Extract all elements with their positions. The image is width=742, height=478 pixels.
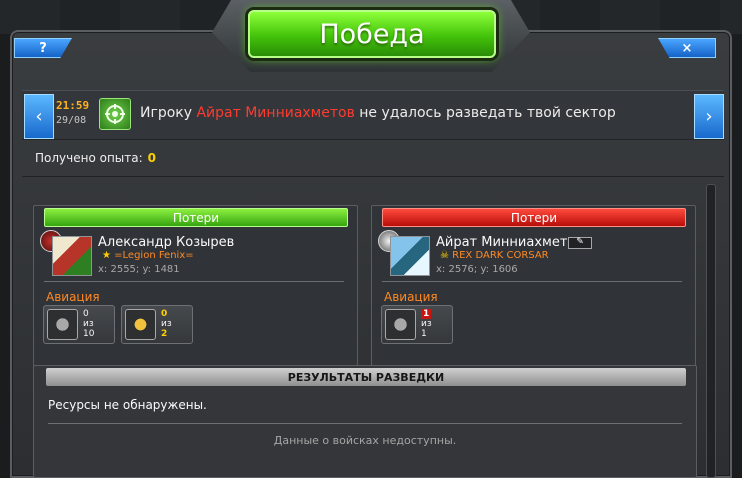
event-time: 21:59: [56, 99, 90, 112]
previous-event-button[interactable]: ‹: [24, 94, 54, 139]
pencil-icon[interactable]: ✎: [568, 237, 592, 249]
attacker-unit-card-1[interactable]: 0 из 10: [43, 305, 115, 344]
experience-label: Получено опыта:: [35, 151, 143, 165]
vertical-scrollbar[interactable]: [706, 184, 716, 478]
attacker-aviation-label: Авиация: [46, 290, 100, 304]
attacker-name[interactable]: Александр Козырев: [98, 235, 234, 250]
recon-results-title: РЕЗУЛЬТАТЫ РАЗВЕДКИ: [46, 368, 686, 386]
resources-result: Ресурсы не обнаружены.: [48, 398, 207, 412]
radar-icon: [105, 104, 125, 124]
attacker-clan[interactable]: ★ =Legion Fenix=: [102, 250, 194, 261]
unit-lost-count: 0: [83, 309, 89, 319]
helicopter-icon: [385, 309, 416, 340]
defender-coordinates: x: 2576; y: 1606: [436, 264, 518, 275]
unit-total-count: 1: [421, 329, 427, 339]
recon-divider: [48, 423, 682, 424]
unit-of-label: из: [161, 319, 172, 329]
defender-name[interactable]: Айрат Минниахметов: [436, 235, 583, 250]
reconnaissance-results-panel: РЕЗУЛЬТАТЫ РАЗВЕДКИ Ресурсы не обнаружен…: [33, 365, 697, 478]
scan-icon: [99, 98, 131, 130]
defender-avatar[interactable]: [390, 236, 430, 276]
unit-of-label: из: [421, 319, 432, 329]
horizontal-divider: [22, 176, 724, 177]
star-icon: ★: [102, 250, 111, 261]
defender-clan[interactable]: ☠ REX DARK CORSAR: [440, 250, 549, 261]
defender-aviation-label: Авиация: [384, 290, 438, 304]
event-bar: ‹ 21:59 29/08 Игроку Айрат Минниахметов …: [22, 90, 724, 140]
attacker-divider: [44, 281, 344, 282]
attacker-losses-header: Потери: [44, 208, 348, 227]
victory-title: Победа: [248, 10, 496, 58]
defender-panel: Потери Айрат Минниахметов ✎ ☠ REX DARK C…: [371, 205, 696, 369]
troops-result: Данные о войсках недоступны.: [273, 434, 457, 447]
attacker-panel: Потери Александр Козырев ★ =Legion Fenix…: [33, 205, 358, 369]
unit-of-label: из: [83, 319, 94, 329]
defender-clan-name: REX DARK CORSAR: [452, 250, 549, 261]
attacker-unit-card-2[interactable]: 0 из 2: [121, 305, 193, 344]
aircraft-icon: [125, 309, 156, 340]
unit-total-count: 2: [161, 329, 168, 339]
unit-lost-count: 1: [421, 309, 432, 319]
unit-counts: 0 из 2: [161, 309, 172, 339]
next-event-button[interactable]: ›: [694, 94, 724, 139]
unit-counts: 0 из 10: [83, 309, 94, 339]
experience-line: Получено опыта: 0: [35, 151, 156, 165]
skull-clan-icon: ☠: [440, 250, 449, 261]
defender-divider: [382, 281, 682, 282]
experience-value: 0: [147, 151, 157, 165]
unit-counts: 1 из 1: [421, 309, 432, 339]
attacker-coordinates: x: 2555; y: 1481: [98, 264, 180, 275]
message-suffix: не удалось разведать твой сектор: [359, 105, 616, 121]
defender-losses-header: Потери: [382, 208, 686, 227]
message-prefix: Игроку: [140, 105, 193, 121]
unit-lost-count: 0: [161, 309, 168, 319]
enemy-player-link[interactable]: Айрат Минниахметов: [196, 105, 354, 121]
attacker-avatar[interactable]: [52, 236, 92, 276]
defender-unit-card-1[interactable]: 1 из 1: [381, 305, 453, 344]
attacker-clan-name: =Legion Fenix=: [114, 250, 194, 261]
unit-total-count: 10: [83, 329, 95, 339]
helicopter-icon: [47, 309, 78, 340]
event-date: 29/08: [56, 115, 87, 126]
event-message: Игроку Айрат Минниахметов не удалось раз…: [140, 105, 616, 121]
